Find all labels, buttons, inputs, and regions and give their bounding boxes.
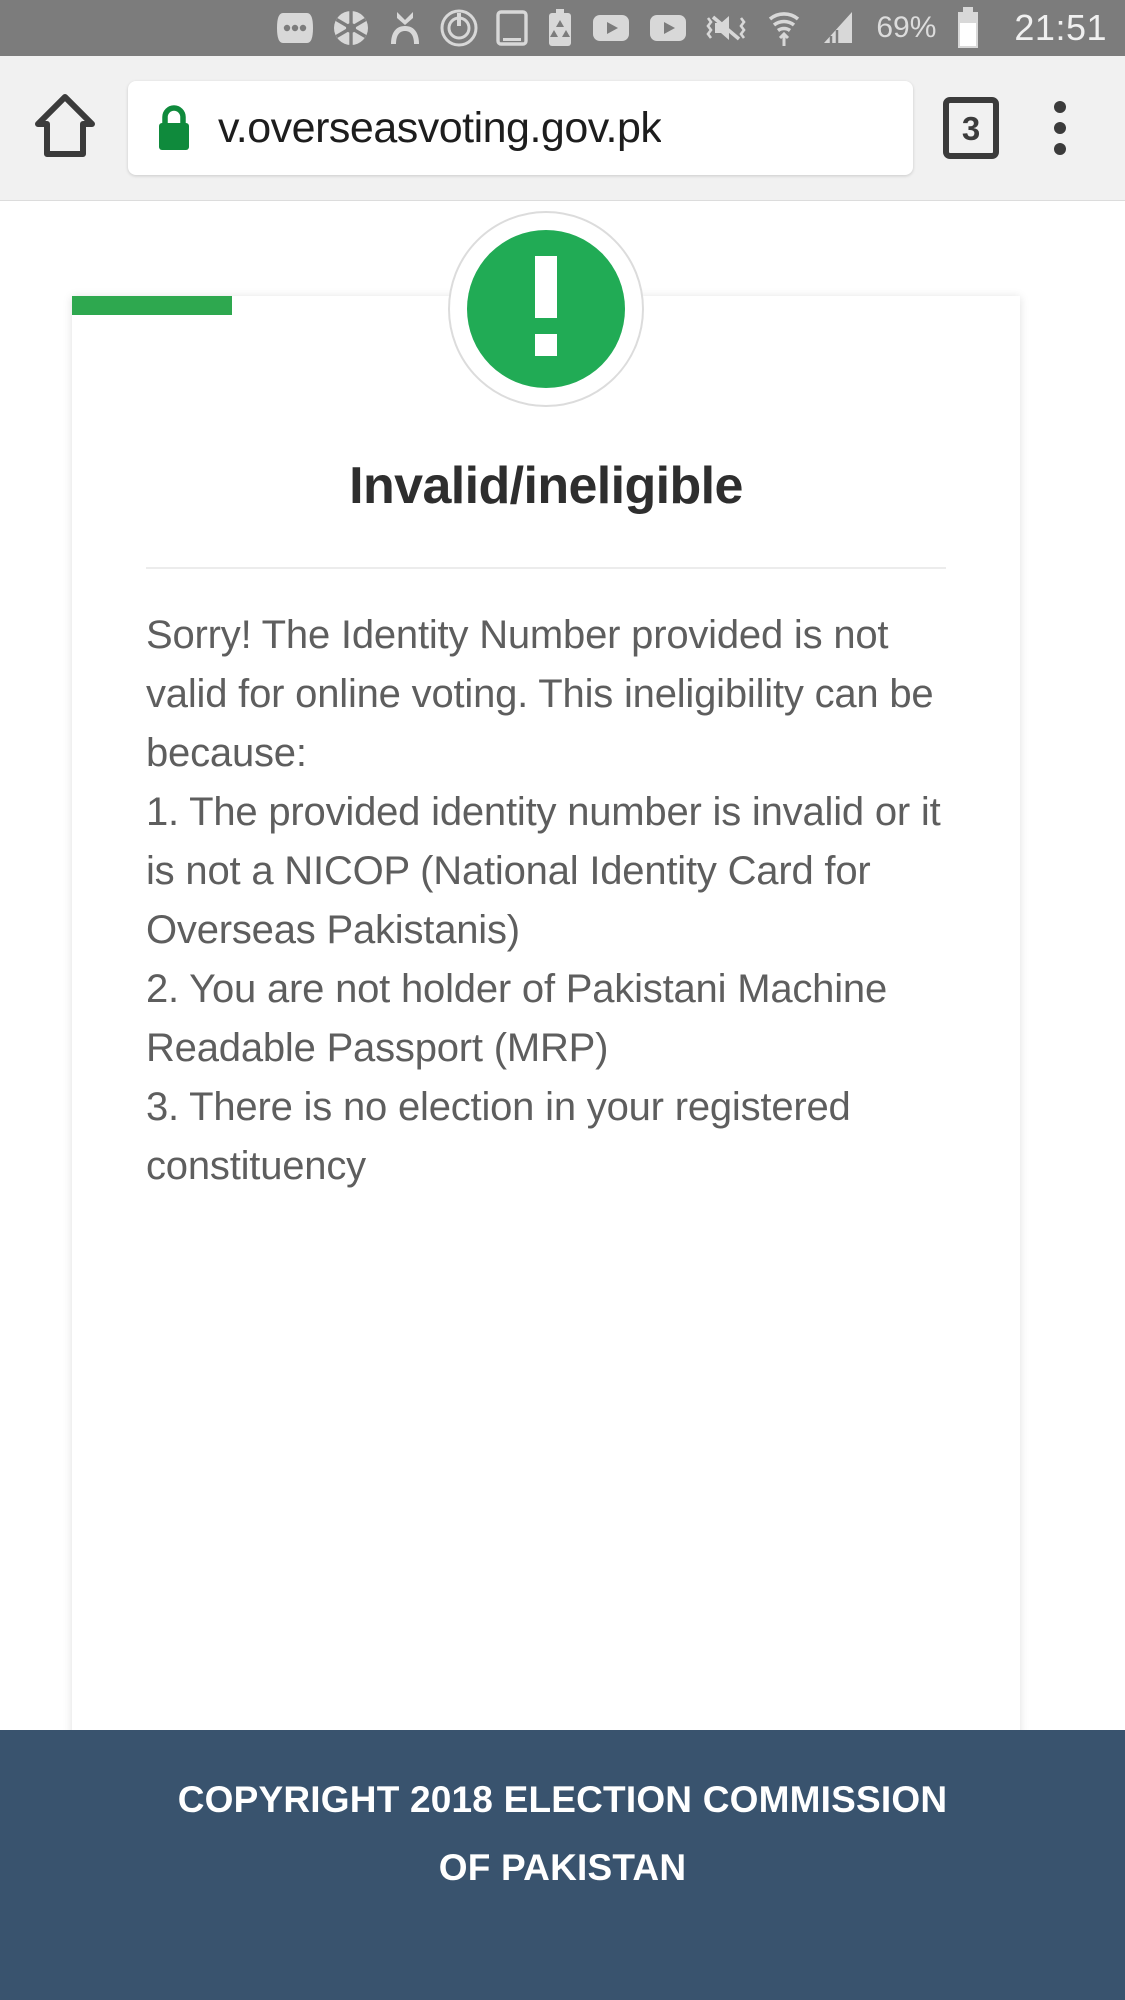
reason-list: 1. The provided identity number is inval… (146, 783, 960, 1196)
address-bar[interactable]: v.overseasvoting.gov.pk (128, 81, 913, 175)
page-footer: COPYRIGHT 2018 ELECTION COMMISSION OF PA… (0, 1730, 1125, 2000)
battery-icon (953, 7, 983, 48)
youtube-play-icon (648, 8, 688, 48)
mute-vibrate-icon (705, 8, 747, 48)
status-clock: 21:51 (1014, 7, 1107, 48)
exclamation-icon (467, 230, 625, 388)
browser-toolbar: v.overseasvoting.gov.pk 3 (0, 56, 1125, 201)
home-icon (33, 93, 97, 164)
youtube-icon (591, 8, 631, 48)
wifi-icon (764, 8, 804, 48)
lock-icon[interactable] (152, 102, 196, 154)
card-body: Sorry! The Identity Number provided is n… (146, 606, 960, 1196)
page-title: Invalid/ineligible (349, 457, 743, 515)
tab-count-badge: 3 (943, 97, 999, 159)
exclamation-stem (535, 256, 557, 318)
more-options-icon (275, 8, 315, 48)
status-badge (72, 211, 1020, 407)
url-text: v.overseasvoting.gov.pk (218, 103, 662, 152)
status-icon-group: 69% 21:51 (275, 7, 1107, 49)
intro-paragraph: Sorry! The Identity Number provided is n… (146, 613, 934, 775)
list-item: 2. You are not holder of Pakistani Machi… (146, 967, 887, 1070)
list-item: 3. There is no election in your register… (146, 1085, 851, 1188)
android-status-bar: 69% 21:51 (0, 0, 1125, 56)
badge-outer-ring (448, 211, 644, 407)
page-content: Invalid/ineligible Sorry! The Identity N… (0, 201, 1125, 2000)
signal-bars-icon (821, 8, 855, 48)
tab-switcher-button[interactable]: 3 (925, 82, 1017, 174)
power-saver-icon (440, 8, 478, 48)
title-divider (146, 567, 946, 569)
home-button[interactable] (22, 85, 108, 171)
tablet-icon (495, 8, 529, 48)
overflow-menu-icon-dot3 (1054, 143, 1066, 155)
aperture-icon (332, 8, 370, 48)
battery-percent-label: 69% (876, 11, 937, 44)
exclamation-dot (535, 334, 557, 356)
overflow-menu-icon-dot2 (1054, 122, 1066, 134)
list-item: 1. The provided identity number is inval… (146, 790, 941, 952)
overflow-menu-button[interactable] (1017, 82, 1103, 174)
copyright-text: COPYRIGHT 2018 ELECTION COMMISSION OF PA… (177, 1779, 948, 1888)
contacts-sync-icon (387, 8, 423, 48)
battery-recycle-icon (546, 8, 574, 48)
overflow-menu-icon (1054, 101, 1066, 113)
